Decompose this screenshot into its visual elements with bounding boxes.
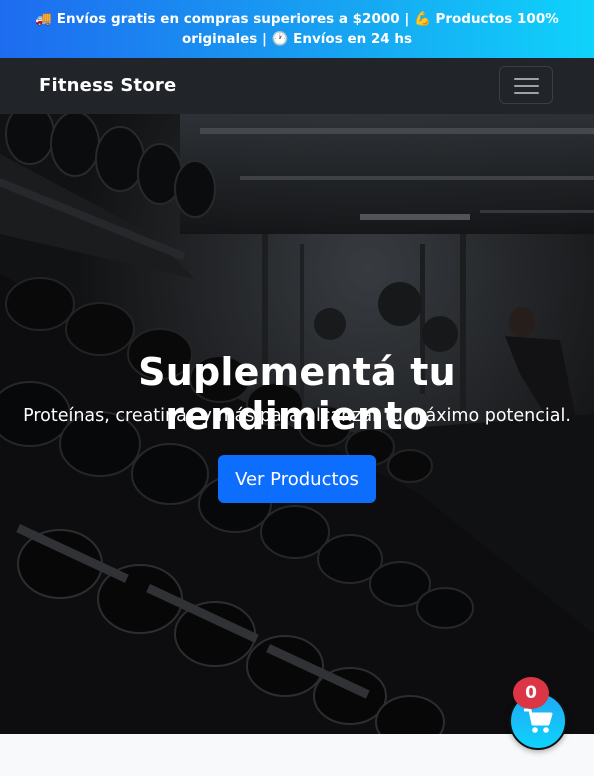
navbar: Fitness Store [0,58,594,114]
brand-logo[interactable]: Fitness Store [39,75,176,96]
hamburger-icon [514,85,539,87]
cart-icon [524,708,553,733]
promo-banner: 🚚 Envíos gratis en compras superiores a … [0,0,594,58]
promo-text: 🚚 Envíos gratis en compras superiores a … [35,11,559,47]
cart-count-badge: 0 [513,677,549,709]
content-section [0,734,594,776]
hero-subtitle: Proteínas, creatinas y más para alcanzar… [23,406,571,426]
navbar-toggler-button[interactable] [499,66,553,104]
view-products-button[interactable]: Ver Productos [218,455,376,503]
hamburger-icon [514,92,539,94]
hamburger-icon [514,78,539,80]
hero-section: Suplementá tu rendimiento Proteínas, cre… [0,114,594,734]
